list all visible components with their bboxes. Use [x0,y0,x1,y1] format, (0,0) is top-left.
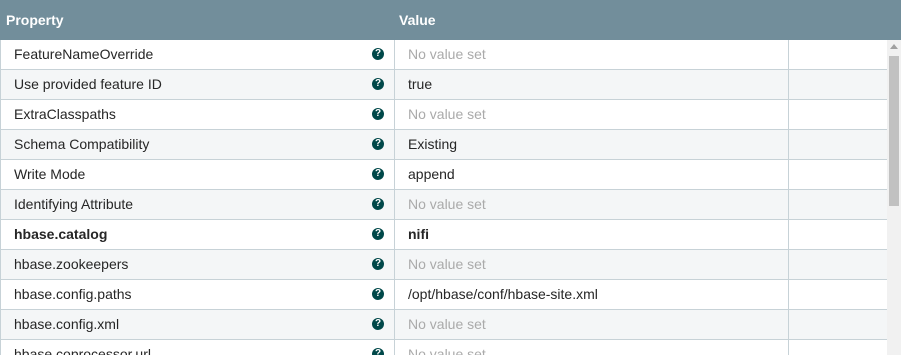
table-row[interactable]: hbase.zookeepers? No value set [1,250,887,280]
property-name: hbase.catalog [14,226,108,242]
value-cell[interactable]: No value set [395,250,789,279]
property-value: true [408,76,433,92]
property-value: append [408,166,455,182]
property-cell: hbase.coprocessor.url? [1,340,395,355]
value-cell[interactable]: /opt/hbase/conf/hbase-site.xml [395,280,789,309]
table-row[interactable]: Use provided feature ID? true [1,70,887,100]
property-cell: hbase.config.paths? [1,280,395,309]
scrollbar-thumb[interactable] [889,56,899,206]
actions-cell [789,220,887,249]
property-name: hbase.config.paths [14,286,132,302]
property-cell: hbase.config.xml? [1,310,395,339]
table-row[interactable]: hbase.catalog? nifi [1,220,887,250]
property-value: No value set [408,106,486,122]
property-name: Identifying Attribute [14,196,134,212]
value-column-header[interactable]: Value [399,12,436,28]
table-row[interactable]: FeatureNameOverride? No value set [1,40,887,70]
property-name: hbase.coprocessor.url [14,346,151,355]
property-name: FeatureNameOverride [14,46,154,62]
property-value: No value set [408,316,486,332]
property-column-header[interactable]: Property [6,12,64,28]
help-icon[interactable]: ? [372,168,384,180]
actions-cell [789,340,887,355]
actions-cell [789,100,887,129]
properties-table: FeatureNameOverride? No value set Use prov… [0,40,887,355]
property-cell: hbase.catalog? [1,220,395,249]
actions-cell [789,250,887,279]
property-name: hbase.zookeepers [14,256,129,272]
value-cell[interactable]: nifi [395,220,789,249]
actions-cell [789,130,887,159]
help-icon[interactable]: ? [372,48,384,60]
help-icon[interactable]: ? [372,348,384,355]
actions-cell [789,190,887,219]
help-icon[interactable]: ? [372,78,384,90]
property-name: Schema Compatibility [14,136,150,152]
property-cell: ExtraClasspaths? [1,100,395,129]
help-icon[interactable]: ? [372,288,384,300]
property-cell: Identifying Attribute? [1,190,395,219]
property-cell: hbase.zookeepers? [1,250,395,279]
scroll-up-arrow-icon[interactable] [890,44,898,49]
property-cell: Write Mode? [1,160,395,189]
help-icon[interactable]: ? [372,258,384,270]
table-row[interactable]: Write Mode? append [1,160,887,190]
property-value: No value set [408,256,486,272]
help-icon[interactable]: ? [372,318,384,330]
table-row[interactable]: Schema Compatibility? Existing [1,130,887,160]
actions-cell [789,70,887,99]
property-value: No value set [408,196,486,212]
value-cell[interactable]: append [395,160,789,189]
table-row[interactable]: Identifying Attribute? No value set [1,190,887,220]
table-header: Property Value [0,0,901,40]
value-cell[interactable]: Existing [395,130,789,159]
property-name: Use provided feature ID [14,76,162,92]
actions-cell [789,310,887,339]
value-cell[interactable]: No value set [395,190,789,219]
property-cell: Use provided feature ID? [1,70,395,99]
property-cell: FeatureNameOverride? [1,40,395,69]
value-cell[interactable]: No value set [395,340,789,355]
property-name: ExtraClasspaths [14,106,116,122]
help-icon[interactable]: ? [372,108,384,120]
property-cell: Schema Compatibility? [1,130,395,159]
actions-cell [789,160,887,189]
property-name: hbase.config.xml [14,316,120,332]
help-icon[interactable]: ? [372,138,384,150]
actions-cell [789,40,887,69]
vertical-scrollbar[interactable] [887,40,901,355]
property-value: Existing [408,136,458,152]
table-row[interactable]: ExtraClasspaths? No value set [1,100,887,130]
value-cell[interactable]: No value set [395,100,789,129]
property-value: No value set [408,46,486,62]
property-value: nifi [408,226,429,242]
property-name: Write Mode [14,166,86,182]
table-row[interactable]: hbase.config.paths? /opt/hbase/conf/hbase… [1,280,887,310]
help-icon[interactable]: ? [372,198,384,210]
property-value: /opt/hbase/conf/hbase-site.xml [408,286,598,302]
actions-cell [789,280,887,309]
help-icon[interactable]: ? [372,228,384,240]
table-row[interactable]: hbase.config.xml? No value set [1,310,887,340]
value-cell[interactable]: No value set [395,310,789,339]
value-cell[interactable]: No value set [395,40,789,69]
property-value: No value set [408,346,486,355]
value-cell[interactable]: true [395,70,789,99]
table-row[interactable]: hbase.coprocessor.url? No value set [1,340,887,355]
